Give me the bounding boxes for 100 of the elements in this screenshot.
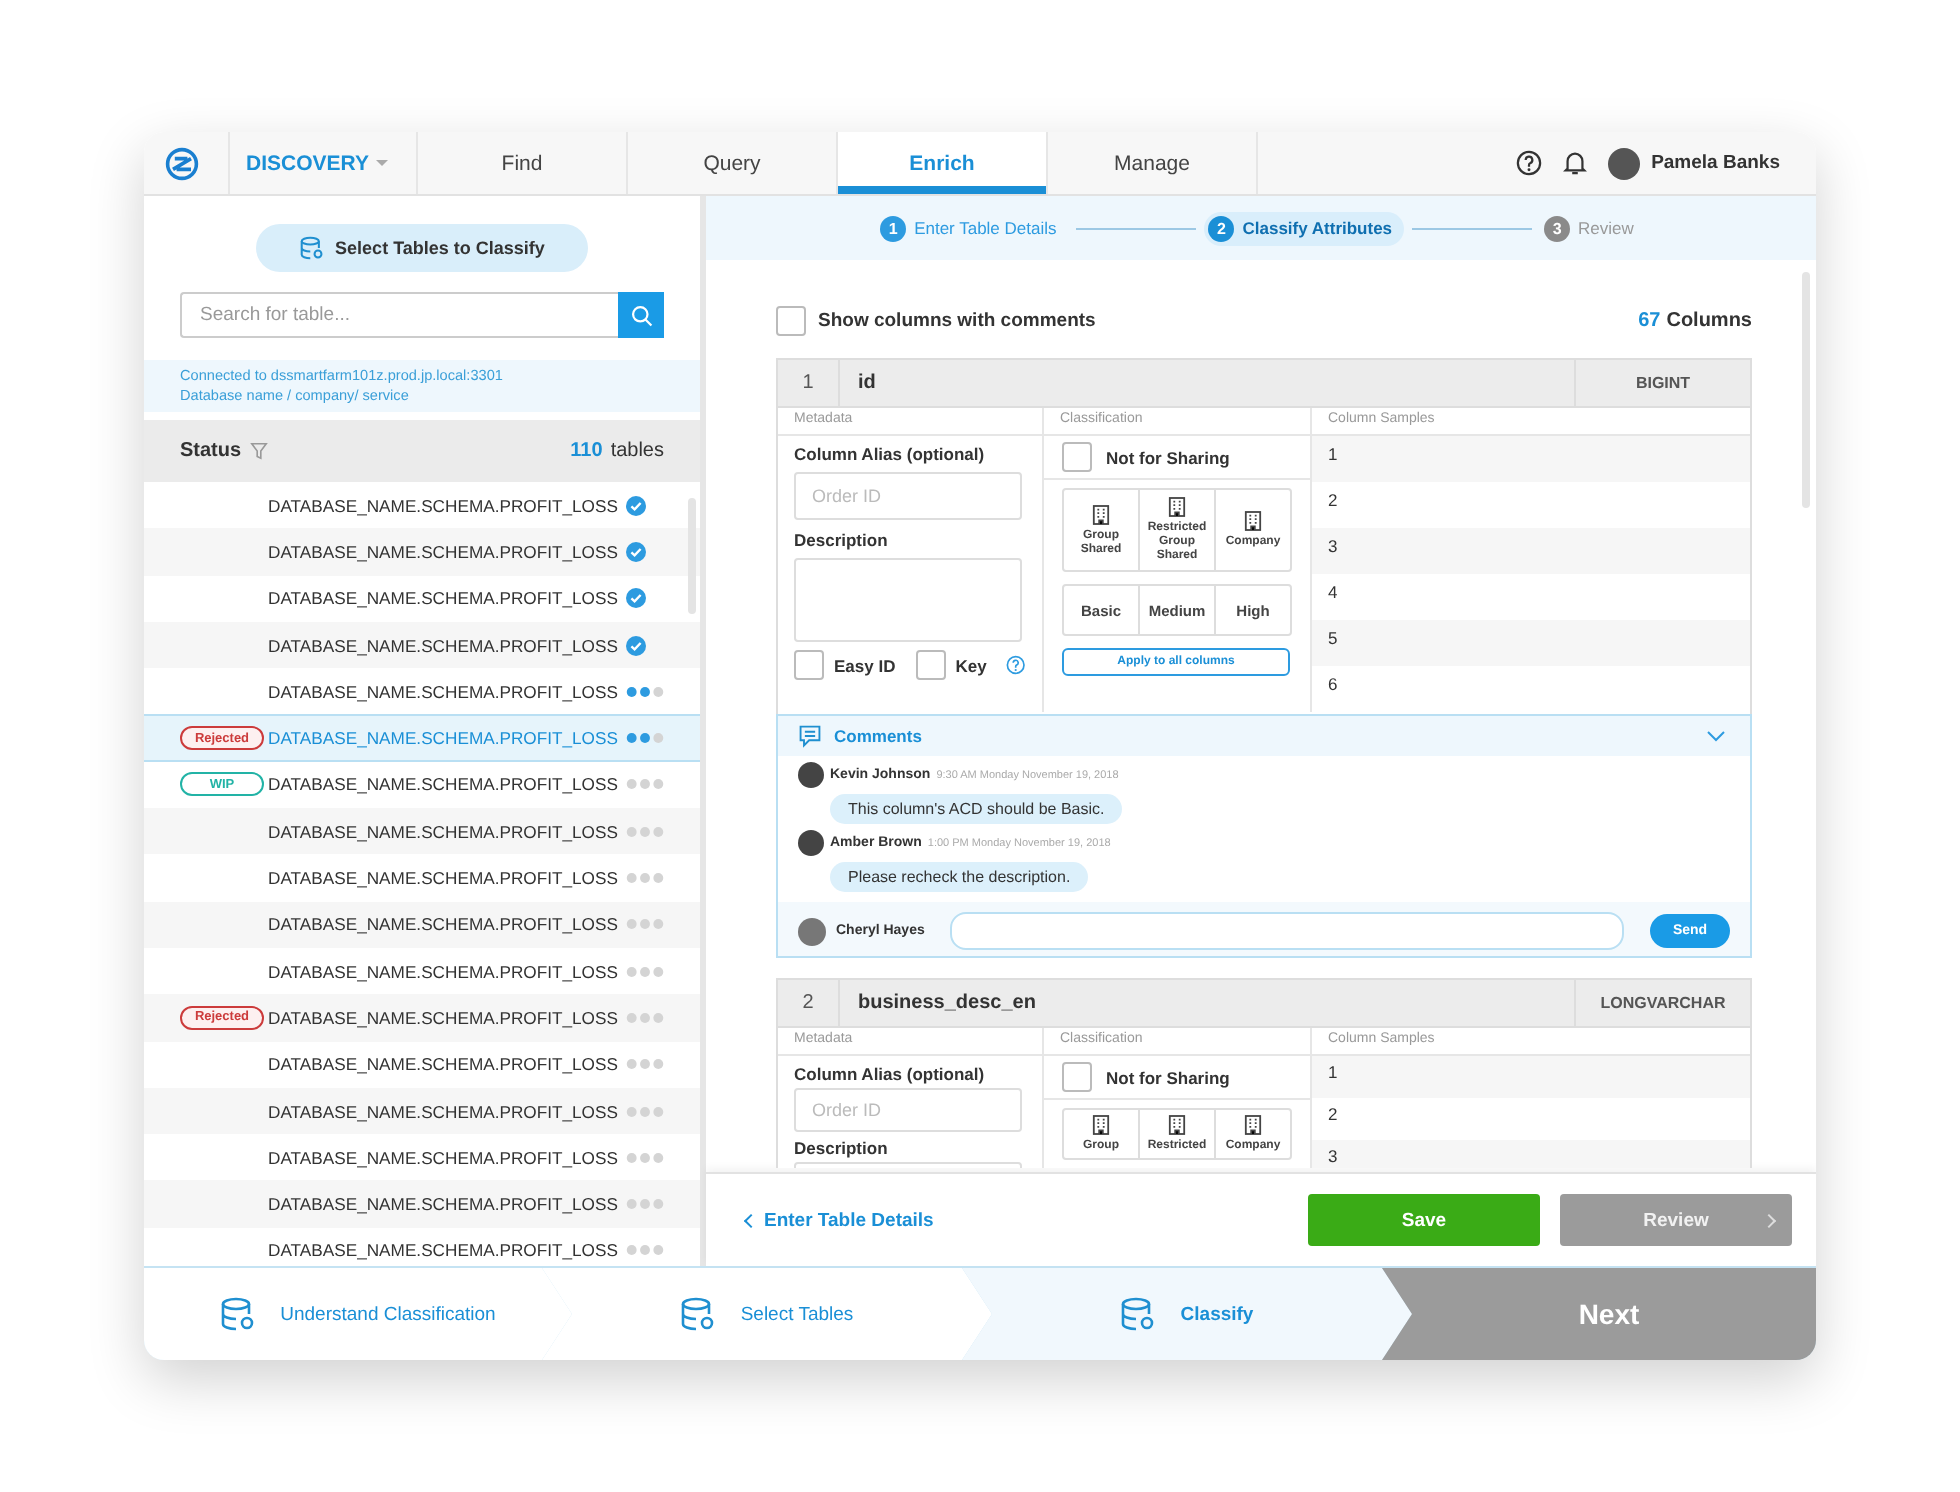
select-tables-button[interactable]: Select Tables to Classify	[255, 224, 589, 272]
table-list-row[interactable]: DATABASE_NAME.SCHEMA.PROFIT_LOSS	[144, 1134, 700, 1181]
sample-row: 5	[1312, 620, 1750, 666]
table-name: DATABASE_NAME.SCHEMA.PROFIT_LOSS	[268, 681, 618, 702]
column-count-unit: Columns	[1666, 309, 1752, 331]
check-circle-icon	[625, 635, 646, 656]
comment-bubble: Please recheck the description.	[830, 862, 1089, 892]
step-number: 2	[1208, 215, 1235, 241]
checkbox[interactable]	[915, 650, 946, 680]
table-name: DATABASE_NAME.SCHEMA.PROFIT_LOSS	[268, 961, 618, 982]
database-icon	[1120, 1296, 1157, 1332]
step-number: 3	[1544, 215, 1571, 241]
checkbox[interactable]	[776, 305, 806, 335]
check-circle-icon	[625, 541, 646, 562]
checkbox[interactable]	[1062, 1062, 1092, 1092]
comments-title: Comments	[834, 726, 922, 746]
table-name: DATABASE_NAME.SCHEMA.PROFIT_LOSS	[268, 821, 618, 842]
building-icon	[1244, 1114, 1262, 1136]
search-icon	[629, 303, 653, 327]
comment-icon	[798, 724, 822, 748]
table-name: DATABASE_NAME.SCHEMA.PROFIT_LOSS	[268, 1240, 618, 1261]
building-icon	[1168, 496, 1186, 518]
column-number: 2	[778, 980, 840, 1026]
field-label: Column Alias (optional)	[794, 1064, 987, 1084]
check-circle-icon	[625, 588, 646, 609]
user-avatar	[798, 762, 824, 788]
sample-row: 1	[1312, 1056, 1750, 1098]
alias-input-field[interactable]: Order ID	[794, 1088, 1022, 1132]
checkbox[interactable]	[1062, 442, 1092, 472]
table-name: DATABASE_NAME.SCHEMA.PROFIT_LOSS	[268, 774, 618, 795]
check-circle-icon	[625, 495, 646, 516]
nav-tab[interactable]: Find	[418, 132, 628, 194]
help-icon[interactable]	[1515, 150, 1542, 176]
filter-icon[interactable]	[249, 442, 268, 460]
table-list-row[interactable]: DATABASE_NAME.SCHEMA.PROFIT_LOSS	[144, 668, 700, 715]
building-icon	[1244, 510, 1262, 532]
nav-tab[interactable]: Enrich	[838, 132, 1048, 194]
table-name: DATABASE_NAME.SCHEMA.PROFIT_LOSS	[268, 1101, 618, 1121]
database-icon	[220, 1296, 257, 1332]
checkbox[interactable]	[794, 650, 824, 680]
wizard-step[interactable]: Select Tables	[542, 1268, 992, 1360]
wizard-step[interactable]: Understand Classification	[144, 1268, 572, 1360]
database-icon	[680, 1296, 717, 1332]
field-label: Column Alias (optional)	[794, 444, 987, 464]
table-name: DATABASE_NAME.SCHEMA.PROFIT_LOSS	[268, 1194, 618, 1215]
column-number: 1	[778, 360, 840, 406]
table-name: DATABASE_NAME.SCHEMA.PROFIT_LOSS	[268, 588, 618, 609]
chevron-down-icon[interactable]	[1706, 730, 1726, 742]
checkbox-label: Not for Sharing	[1106, 447, 1230, 467]
user-avatar	[798, 917, 826, 945]
stepper-step[interactable]: 2 Classify Attributes	[1204, 211, 1405, 245]
table-list-row[interactable]: DATABASE_NAME.SCHEMA.PROFIT_LOSS	[144, 901, 700, 948]
checkbox-label: Not for Sharing	[1106, 1067, 1230, 1087]
description-field[interactable]	[794, 558, 1022, 642]
table-list-row[interactable]: DATABASE_NAME.SCHEMA.PROFIT_LOSS	[144, 1087, 700, 1135]
table-list-row[interactable]: DATABASE_NAME.SCHEMA.PROFIT_LOSS	[144, 808, 700, 855]
comment-input-field[interactable]	[950, 912, 1624, 950]
nav-tab[interactable]: Manage	[1048, 132, 1258, 194]
checkbox-label: Key	[955, 655, 987, 675]
step-label: Enter Table Details	[914, 218, 1057, 238]
step-number: 1	[880, 215, 907, 241]
pending-dots-icon	[625, 1198, 664, 1211]
back-link[interactable]: Enter Table Details	[746, 1209, 934, 1231]
status-label: Status	[180, 440, 242, 462]
notification-bell-icon[interactable]	[1561, 150, 1588, 176]
table-name: DATABASE_NAME.SCHEMA.PROFIT_LOSS	[268, 914, 618, 935]
search-button[interactable]	[618, 292, 664, 338]
table-list-row[interactable]: DATABASE_NAME.SCHEMA.PROFIT_LOSS	[144, 575, 700, 622]
search-field[interactable]: Search for table...	[180, 292, 618, 338]
pending-dots-icon	[625, 778, 664, 791]
column-type: BIGINT	[1574, 360, 1750, 406]
comment-bubble: This column's ACD should be Basic.	[830, 794, 1123, 824]
table-list-row[interactable]: DATABASE_NAME.SCHEMA.PROFIT_LOSS	[144, 482, 700, 529]
pending-dots-icon	[625, 1151, 664, 1164]
user-avatar[interactable]	[1607, 147, 1640, 179]
table-name: DATABASE_NAME.SCHEMA.PROFIT_LOSS	[268, 635, 618, 656]
pending-dots-icon	[625, 872, 664, 885]
building-icon	[1092, 1114, 1110, 1136]
table-list-row[interactable]: DATABASE_NAME.SCHEMA.PROFIT_LOSS	[144, 621, 700, 669]
table-list-row[interactable]: DATABASE_NAME.SCHEMA.PROFIT_LOSS	[144, 528, 700, 576]
column-name: business_desc_en	[856, 990, 1038, 1018]
table-list-row[interactable]: DATABASE_NAME.SCHEMA.PROFIT_LOSS	[144, 1041, 700, 1088]
database-icon	[299, 236, 324, 260]
table-name: DATABASE_NAME.SCHEMA.PROFIT_LOSS	[268, 1007, 618, 1028]
checkbox-label: Easy ID	[834, 655, 896, 675]
table-name: DATABASE_NAME.SCHEMA.PROFIT_LOSS	[268, 1054, 618, 1075]
building-icon	[1092, 503, 1110, 525]
pending-dots-icon	[625, 1011, 664, 1024]
alias-input-field[interactable]: Order ID	[794, 472, 1022, 520]
table-count: 110	[570, 440, 603, 462]
logo-icon	[164, 145, 200, 181]
pending-dots-icon	[625, 918, 664, 931]
pending-dots-icon	[625, 825, 664, 838]
column-name: id	[856, 370, 878, 398]
table-name: DATABASE_NAME.SCHEMA.PROFIT_LOSS	[268, 1147, 618, 1168]
table-name: DATABASE_NAME.SCHEMA.PROFIT_LOSS	[268, 868, 618, 889]
table-name: DATABASE_NAME.SCHEMA.PROFIT_LOSS	[268, 728, 618, 749]
table-list-row[interactable]: DATABASE_NAME.SCHEMA.PROFIT_LOSS	[144, 947, 700, 995]
table-name: DATABASE_NAME.SCHEMA.PROFIT_LOSS	[268, 495, 618, 516]
table-list-row[interactable]: DATABASE_NAME.SCHEMA.PROFIT_LOSS	[144, 1180, 700, 1228]
